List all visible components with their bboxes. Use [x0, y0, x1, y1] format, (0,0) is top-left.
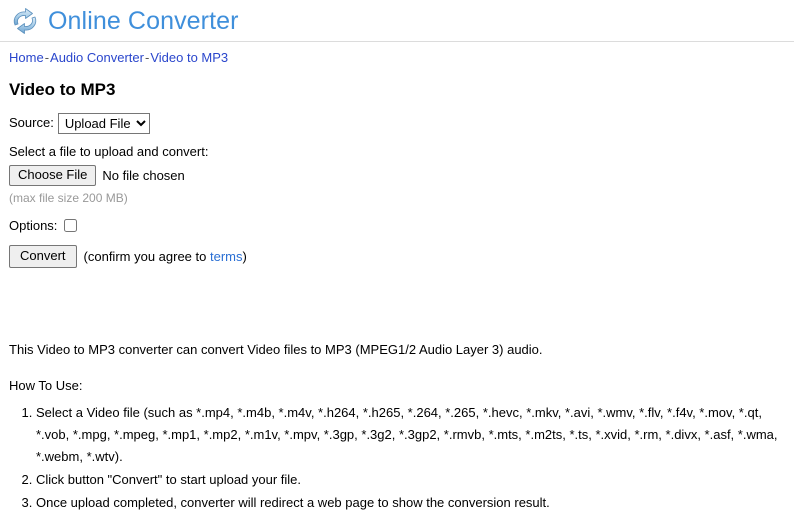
converter-description: This Video to MP3 converter can convert … — [9, 342, 543, 357]
howto-step-text: Click button "Convert" to start upload y… — [36, 472, 302, 487]
breadcrumb-item-home[interactable]: Home — [9, 50, 44, 65]
convert-row: Convert (confirm you agree to terms) — [9, 245, 794, 268]
file-input-row[interactable]: Choose File No file chosen — [9, 165, 794, 186]
terms-link[interactable]: terms — [210, 249, 243, 264]
source-label: Source: — [9, 114, 54, 130]
conversion-form: Source: Upload File Select a file to upl… — [9, 113, 794, 268]
file-status-text: No file chosen — [102, 168, 185, 183]
howto-step: Once upload completed, converter will re… — [36, 492, 794, 514]
file-prompt-label: Select a file to upload and convert: — [9, 144, 209, 159]
howto-step-text: Select a Video file (such as *.mp4, *.m4… — [36, 405, 778, 464]
max-file-size-hint: (max file size 200 MB) — [9, 191, 128, 205]
convert-note-prefix: (confirm you agree to — [83, 249, 210, 264]
howto-step: Click button "Convert" to start upload y… — [36, 469, 794, 491]
page-title: Video to MP3 — [9, 80, 116, 99]
file-prompt-row: Select a file to upload and convert: — [9, 143, 794, 161]
options-checkbox[interactable] — [64, 219, 78, 232]
breadcrumb-separator: - — [44, 50, 50, 65]
convert-button[interactable]: Convert — [9, 245, 77, 268]
breadcrumb-separator: - — [144, 50, 150, 65]
howto-steps-list: Select a Video file (such as *.mp4, *.m4… — [0, 402, 794, 514]
howto-step-text: Once upload completed, converter will re… — [36, 495, 550, 510]
source-row: Source: Upload File — [9, 113, 794, 134]
site-header: Online Converter — [0, 0, 794, 41]
breadcrumb-item-video-to-mp3[interactable]: Video to MP3 — [150, 50, 228, 65]
refresh-cycle-arrows-icon — [13, 8, 37, 34]
howto-heading: How To Use: — [9, 378, 83, 393]
options-label: Options: — [9, 218, 58, 233]
breadcrumb: Home-Audio Converter-Video to MP3 — [0, 42, 794, 66]
breadcrumb-item-audio-converter[interactable]: Audio Converter — [50, 50, 144, 65]
convert-note: (confirm you agree to terms) — [84, 249, 247, 264]
choose-file-button[interactable]: Choose File — [9, 165, 97, 186]
options-row: Options: — [9, 218, 794, 233]
howto-step: Select a Video file (such as *.mp4, *.m4… — [36, 402, 794, 468]
brand-title: Online Converter — [48, 6, 239, 35]
source-select[interactable]: Upload File — [57, 113, 150, 134]
convert-note-suffix: ) — [242, 249, 247, 264]
